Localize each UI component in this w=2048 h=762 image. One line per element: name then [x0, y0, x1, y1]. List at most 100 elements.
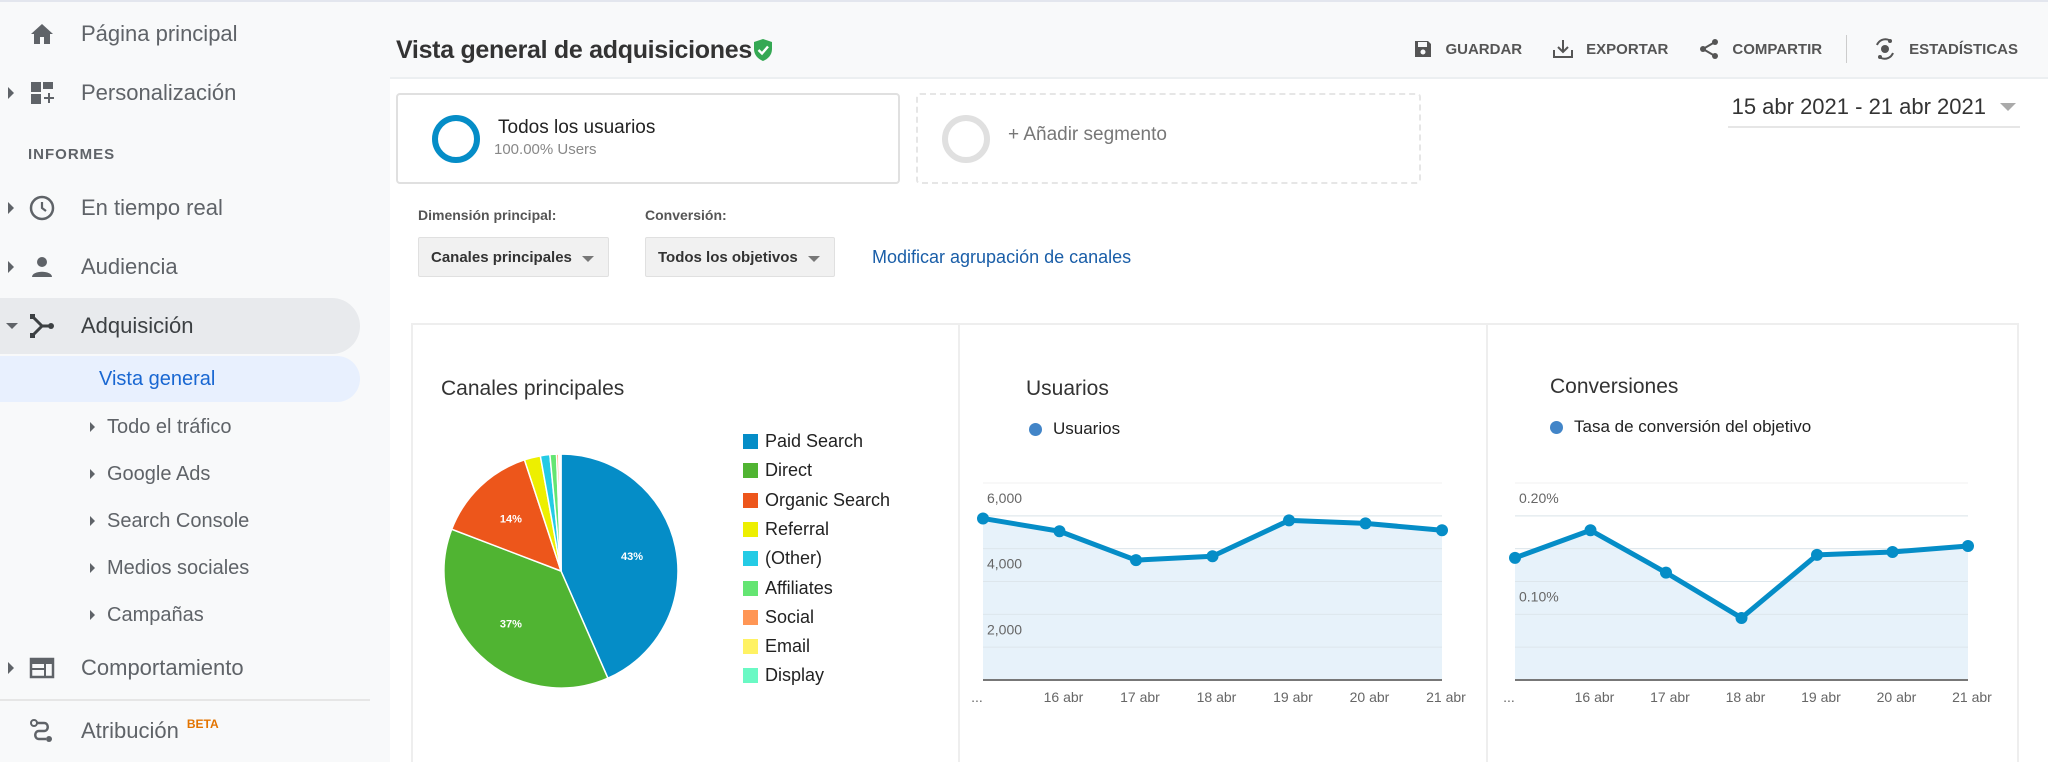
expand-caret-icon[interactable]	[8, 87, 14, 99]
expand-caret-icon[interactable]	[90, 422, 95, 432]
y-tick-label: 4,000	[987, 556, 1022, 572]
legend-item[interactable]: Referral	[743, 519, 829, 540]
nav-item-realtime[interactable]: En tiempo real	[0, 180, 360, 236]
dashboard-add-icon	[28, 79, 56, 107]
sub-item-label: Todo el tráfico	[107, 415, 232, 438]
insights-icon	[1876, 38, 1895, 60]
sub-item-social[interactable]: Medios sociales	[0, 545, 360, 591]
export-button[interactable]: EXPORTAR	[1552, 39, 1668, 59]
charts-area: Canales principales 43% 37% 14% Paid Searc…	[411, 323, 2019, 762]
x-tick-label: 19 abr	[1801, 689, 1841, 705]
nav-label: En tiempo real	[81, 195, 223, 220]
legend-swatch	[743, 463, 758, 479]
legend-label: Display	[765, 665, 825, 686]
report-toolbar: GUARDAR EXPORTAR COMPARTIR ESTADÍSTICAS	[1383, 35, 2018, 63]
report-header: Vista general de adquisiciones GUARDAR E…	[390, 2, 2048, 79]
legend-label: (Other)	[765, 548, 823, 569]
legend-label: Referral	[765, 518, 830, 539]
legend-item[interactable]: Email	[743, 636, 810, 657]
legend-swatch	[743, 609, 758, 625]
data-point[interactable]	[1584, 524, 1597, 537]
insights-button[interactable]: ESTADÍSTICAS	[1873, 37, 2018, 61]
nav-item-customization[interactable]: Personalización	[0, 65, 360, 121]
data-point[interactable]	[1359, 517, 1372, 530]
sub-item-label: Vista general	[99, 367, 216, 390]
pie-data-label: 43%	[621, 551, 643, 563]
share-button[interactable]: COMPARTIR	[1698, 38, 1822, 60]
sub-item-all-traffic[interactable]: Todo el tráfico	[0, 404, 360, 450]
save-button[interactable]: GUARDAR	[1413, 39, 1522, 59]
legend-item[interactable]: Affiliates	[743, 578, 833, 599]
nav-label: Atribución BETA	[81, 717, 219, 744]
export-label: EXPORTAR	[1586, 40, 1669, 58]
pie-chart: 43% 37% 14%	[443, 453, 679, 689]
sub-item-label: Campañas	[107, 603, 204, 626]
expand-caret-icon[interactable]	[90, 563, 95, 573]
collapse-caret-icon[interactable]	[6, 323, 18, 329]
data-point[interactable]	[1660, 566, 1672, 579]
segment-all-users[interactable]: Todos los usuarios 100.00% Users	[396, 93, 900, 184]
expand-caret-icon[interactable]	[8, 662, 14, 674]
sub-item-label: Google Ads	[107, 462, 211, 485]
expand-caret-icon[interactable]	[8, 202, 14, 214]
legend-item[interactable]: Paid Search	[743, 431, 863, 452]
data-point[interactable]	[977, 512, 989, 525]
sub-item-search-console[interactable]: Search Console	[0, 498, 360, 544]
toolbar-separator	[1846, 35, 1848, 63]
legend-item[interactable]: Social	[743, 607, 814, 628]
data-point[interactable]	[1436, 524, 1448, 537]
legend-item[interactable]: Direct	[743, 460, 812, 481]
data-point[interactable]	[1130, 554, 1142, 567]
x-tick-label: 20 abr	[1350, 689, 1390, 705]
data-point[interactable]	[1206, 550, 1219, 563]
y-tick-label: 0.10%	[1519, 589, 1559, 605]
data-point[interactable]	[1886, 545, 1899, 558]
add-segment-button[interactable]: + Añadir segmento	[916, 93, 1421, 184]
legend-item[interactable]: Organic Search	[743, 490, 890, 511]
conversion-label: Conversión:	[645, 207, 727, 223]
legend-label: Direct	[765, 460, 813, 481]
modify-channel-grouping-link[interactable]: Modificar agrupación de canales	[872, 247, 1131, 268]
legend-item[interactable]: (Other)	[743, 548, 822, 569]
expand-caret-icon[interactable]	[90, 516, 95, 526]
data-point[interactable]	[1811, 548, 1823, 561]
nav-item-home[interactable]: Página principal	[0, 6, 360, 62]
data-point[interactable]	[1509, 551, 1521, 564]
sub-item-google-ads[interactable]: Google Ads	[0, 451, 360, 497]
sidebar-divider	[0, 699, 370, 701]
conversion-value: Todos los objetivos	[658, 248, 798, 266]
pie-slice-display[interactable]	[559, 453, 562, 572]
insights-label: ESTADÍSTICAS	[1909, 40, 2018, 58]
x-tick-label: 21 abr	[1426, 689, 1466, 705]
segment-ring-icon	[432, 115, 480, 163]
legend-item[interactable]: Display	[743, 665, 824, 686]
sub-item-campaigns[interactable]: Campañas	[0, 592, 360, 638]
data-point[interactable]	[1053, 525, 1066, 538]
date-range-picker[interactable]: 15 abr 2021 - 21 abr 2021	[1727, 94, 2020, 128]
legend-label: Email	[765, 636, 811, 657]
nav-item-acquisition[interactable]: Adquisición	[0, 298, 360, 354]
area-fill	[983, 518, 1442, 680]
data-point[interactable]	[1283, 514, 1295, 527]
nav-item-behavior[interactable]: Comportamiento	[0, 640, 360, 696]
y-tick-label: 2,000	[987, 621, 1022, 637]
data-point[interactable]	[1962, 540, 1974, 553]
shield-check-icon	[753, 38, 773, 67]
expand-caret-icon[interactable]	[90, 610, 95, 620]
x-tick-label: 17 abr	[1120, 689, 1160, 705]
clock-icon	[28, 194, 56, 222]
x-tick-label: 16 abr	[1044, 689, 1084, 705]
dimension-dropdown[interactable]: Canales principales	[418, 237, 609, 277]
attribution-label: Atribución	[81, 718, 179, 743]
conversion-dropdown[interactable]: Todos los objetivos	[645, 237, 835, 277]
expand-caret-icon[interactable]	[90, 469, 95, 479]
nav-item-audience[interactable]: Audiencia	[0, 239, 360, 295]
chevron-down-icon	[2000, 103, 2016, 111]
sub-item-overview[interactable]: Vista general	[0, 356, 360, 402]
data-point[interactable]	[1735, 611, 1748, 624]
conversions-line-chart: 0.10% 0.20%... 16 abr 17 abr 18 abr 19 abr 20 …	[1503, 482, 1992, 705]
nav-item-attribution[interactable]: Atribución BETA	[0, 703, 360, 759]
attribution-icon	[28, 717, 56, 745]
expand-caret-icon[interactable]	[8, 261, 14, 273]
legend-swatch	[743, 551, 758, 567]
